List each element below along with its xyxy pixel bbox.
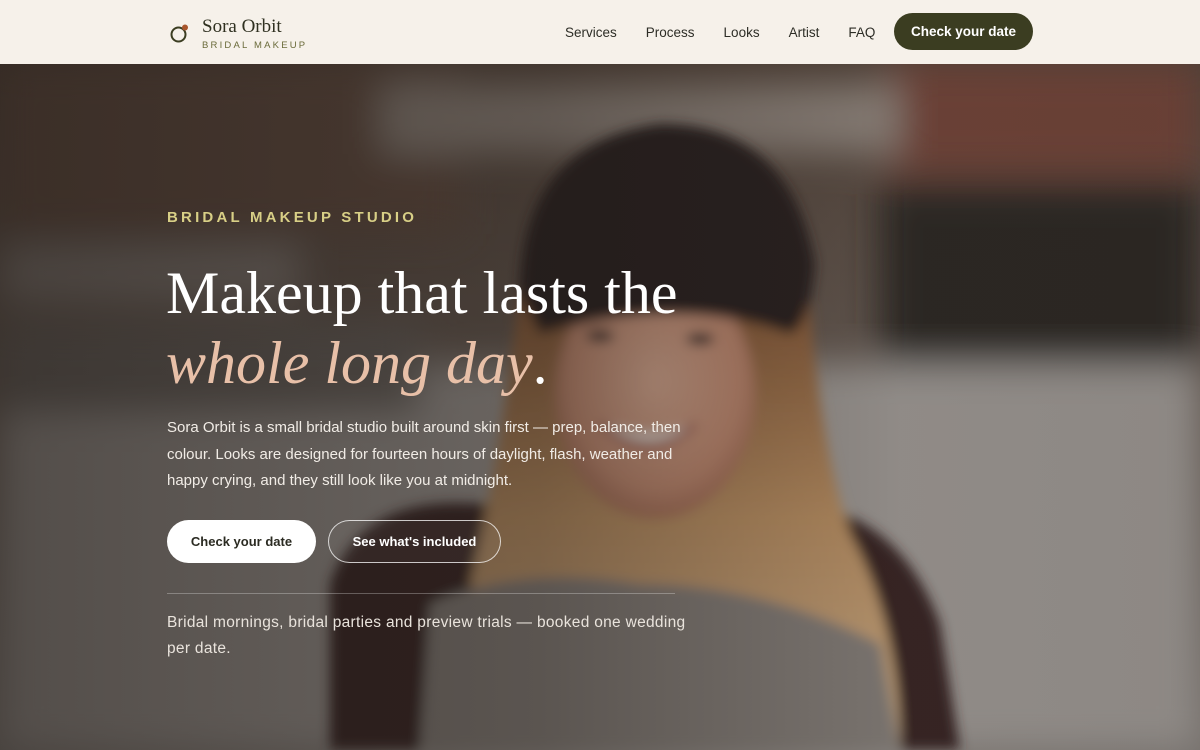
ring-logo-icon <box>168 20 194 46</box>
headline-line-1: Makeup that lasts the <box>166 260 678 326</box>
hero-intro: Sora Orbit is a small bridal studio buil… <box>167 419 681 489</box>
hero-eyebrow: BRIDAL MAKEUP STUDIO <box>167 209 418 226</box>
headline-period: . <box>532 330 548 396</box>
nav-link-services[interactable]: Services <box>565 25 617 40</box>
hero-divider <box>167 593 675 594</box>
hero-headline: Makeup that lasts the whole long day. <box>166 258 786 398</box>
site-header: Sora Orbit BRIDAL MAKEUP Services Proces… <box>0 0 1200 64</box>
nav-link-faq[interactable]: FAQ <box>848 25 875 40</box>
logo-text: Sora Orbit BRIDAL MAKEUP <box>202 16 307 51</box>
main-nav: Services Process Looks Artist FAQ <box>565 0 875 64</box>
nav-link-process[interactable]: Process <box>646 25 695 40</box>
hero-section: BRIDAL MAKEUP STUDIO Makeup that lasts t… <box>0 64 1200 750</box>
hero-footnote: Bridal mornings, bridal parties and prev… <box>167 614 686 657</box>
logo-link[interactable]: Sora Orbit BRIDAL MAKEUP <box>168 13 307 53</box>
nav-link-artist[interactable]: Artist <box>789 25 820 40</box>
nav-link-looks[interactable]: Looks <box>724 25 760 40</box>
see-included-button[interactable]: See what's included <box>328 520 501 563</box>
brand-name: Sora Orbit <box>202 15 282 37</box>
header-check-date-button[interactable]: Check your date <box>894 13 1033 50</box>
headline-accent: whole long day <box>166 330 533 396</box>
check-date-button[interactable]: Check your date <box>167 520 316 563</box>
brand-subtitle: BRIDAL MAKEUP <box>202 39 308 51</box>
